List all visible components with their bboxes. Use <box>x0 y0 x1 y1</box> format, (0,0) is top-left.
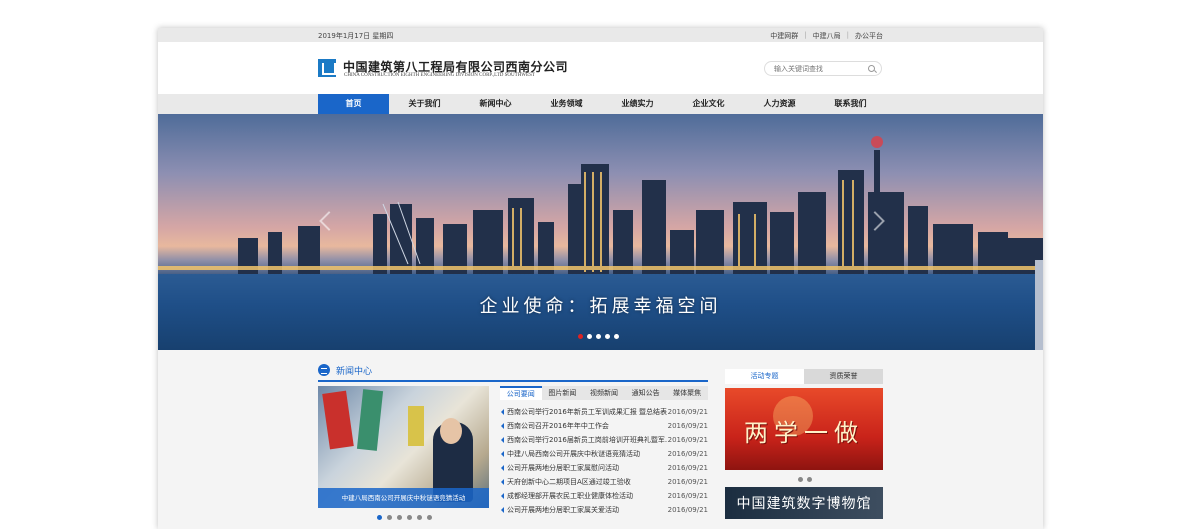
nav-item-culture[interactable]: 企业文化 <box>673 94 744 114</box>
banner-dot[interactable] <box>596 334 601 339</box>
banner-dot[interactable] <box>578 334 583 339</box>
news-item-date: 2016/09/21 <box>667 422 708 430</box>
nav-item-business[interactable]: 业务领域 <box>531 94 602 114</box>
photo-dot[interactable] <box>387 515 392 520</box>
banner-dot[interactable] <box>614 334 619 339</box>
photo-pagination <box>377 515 432 520</box>
search-box <box>764 61 882 76</box>
tab-video-news[interactable]: 视频新闻 <box>583 386 625 400</box>
list-item[interactable]: 西南公司举行2016届新员工岗前培训开班典礼暨军... 2016/09/21 <box>500 433 708 447</box>
list-item[interactable]: 成都经理部开展农民工职业健康体检活动 2016/09/21 <box>500 489 708 503</box>
main-nav: 首页 关于我们 新闻中心 业务领域 业绩实力 企业文化 人力资源 联系我们 <box>158 94 1043 114</box>
photo-banner-red <box>322 390 354 450</box>
news-item-date: 2016/09/21 <box>667 436 708 444</box>
activity-banner[interactable]: 两学一做 <box>725 388 883 470</box>
news-item-date: 2016/09/21 <box>667 492 708 500</box>
nav-item-home[interactable]: 首页 <box>318 94 389 114</box>
top-link-office[interactable]: 办公平台 <box>855 31 883 41</box>
list-item[interactable]: 西南公司召开2016年年中工作会 2016/09/21 <box>500 419 708 433</box>
news-list: 西南公司举行2016年新员工军训成果汇报 暨总结表... 2016/09/21 西… <box>500 405 708 517</box>
hero-banner[interactable]: 企业使命：拓展幸福空间 <box>158 114 1043 350</box>
current-date: 2019年1月17日 星期四 <box>318 32 394 40</box>
news-item-title[interactable]: 天府创新中心二期项目A区通过竣工验收 <box>507 475 667 489</box>
tab-notices[interactable]: 通知公告 <box>625 386 667 400</box>
tab-media-focus[interactable]: 媒体聚焦 <box>666 386 708 400</box>
tab-photo-news[interactable]: 图片新闻 <box>542 386 584 400</box>
tab-activities[interactable]: 活动专题 <box>725 369 804 384</box>
company-name-en: CHINA CONSTRUCTION EIGHTH ENGINEERING DI… <box>344 73 535 78</box>
nav-item-achievements[interactable]: 业绩实力 <box>602 94 673 114</box>
news-item-date: 2016/09/21 <box>667 450 708 458</box>
news-item-title[interactable]: 公司开展两地分居职工家属慰问活动 <box>507 461 667 475</box>
banner-dot[interactable] <box>587 334 592 339</box>
photo-person-face <box>440 418 462 444</box>
news-item-title[interactable]: 公司开展两地分居职工家属关爱活动 <box>507 503 667 517</box>
photo-dot[interactable] <box>397 515 402 520</box>
news-item-title[interactable]: 中建八局西南公司开展庆中秋谜语竞猜活动 <box>507 447 667 461</box>
side-tabs: 活动专题 资质荣誉 <box>725 369 883 384</box>
news-item-date: 2016/09/21 <box>667 464 708 472</box>
top-link-bureau[interactable]: 中建八局 <box>813 31 841 41</box>
activity-banner-text: 两学一做 <box>744 419 864 447</box>
news-item-date: 2016/09/21 <box>667 478 708 486</box>
news-item-title[interactable]: 西南公司举行2016年新员工军训成果汇报 暨总结表... <box>507 405 667 419</box>
news-item-title[interactable]: 西南公司举行2016届新员工岗前培训开班典礼暨军... <box>507 433 667 447</box>
nav-item-news[interactable]: 新闻中心 <box>460 94 531 114</box>
news-tabs: 公司要闻 图片新闻 视频新闻 通知公告 媒体聚焦 <box>500 386 708 400</box>
list-item[interactable]: 公司开展两地分居职工家属关爱活动 2016/09/21 <box>500 503 708 517</box>
tab-company-news[interactable]: 公司要闻 <box>500 386 542 400</box>
page-frame: 2019年1月17日 星期四 中建网群 | 中建八局 | 办公平台 中国建筑第八… <box>158 28 1043 529</box>
photo-dot[interactable] <box>407 515 412 520</box>
activity-dot[interactable] <box>798 477 803 482</box>
photo-banner-yellow <box>408 406 424 446</box>
activity-dot[interactable] <box>807 477 812 482</box>
top-link-group[interactable]: 中建网群 <box>770 31 798 41</box>
activity-pagination <box>798 477 812 482</box>
nav-item-about[interactable]: 关于我们 <box>389 94 460 114</box>
museum-banner[interactable]: 中国建筑数字博物馆 <box>725 487 883 519</box>
news-icon <box>318 364 330 376</box>
site-header: 中国建筑第八工程局有限公司西南分公司 CHINA CONSTRUCTION EI… <box>158 42 1043 94</box>
news-item-date: 2016/09/21 <box>667 506 708 514</box>
list-item[interactable]: 公司开展两地分居职工家属慰问活动 2016/09/21 <box>500 461 708 475</box>
news-item-title[interactable]: 成都经理部开展农民工职业健康体检活动 <box>507 489 667 503</box>
news-section-title[interactable]: 新闻中心 <box>336 364 372 377</box>
banner-dot[interactable] <box>605 334 610 339</box>
photo-dot[interactable] <box>427 515 432 520</box>
list-item[interactable]: 天府创新中心二期项目A区通过竣工验收 2016/09/21 <box>500 475 708 489</box>
photo-dot[interactable] <box>417 515 422 520</box>
news-item-date: 2016/09/21 <box>667 408 708 416</box>
news-photo[interactable]: 中建八局西南公司开展庆中秋谜语竞猜活动 <box>318 386 489 508</box>
list-item[interactable]: 中建八局西南公司开展庆中秋谜语竞猜活动 2016/09/21 <box>500 447 708 461</box>
top-link-separator: | <box>804 31 807 39</box>
top-bar: 2019年1月17日 星期四 中建网群 | 中建八局 | 办公平台 <box>158 28 1043 42</box>
news-section-header: 新闻中心 <box>318 362 708 382</box>
list-item[interactable]: 西南公司举行2016年新员工军训成果汇报 暨总结表... 2016/09/21 <box>500 405 708 419</box>
search-input[interactable] <box>774 64 864 74</box>
top-link-separator: | <box>846 31 849 39</box>
photo-banner-green <box>356 389 384 451</box>
tab-honors[interactable]: 资质荣誉 <box>804 369 883 384</box>
news-item-title[interactable]: 西南公司召开2016年年中工作会 <box>507 419 667 433</box>
photo-dot[interactable] <box>377 515 382 520</box>
banner-pagination <box>578 334 619 339</box>
news-photo-caption[interactable]: 中建八局西南公司开展庆中秋谜语竞猜活动 <box>318 488 489 508</box>
nav-item-hr[interactable]: 人力资源 <box>744 94 815 114</box>
museum-banner-text: 中国建筑数字博物馆 <box>736 496 872 512</box>
search-icon[interactable] <box>868 65 875 72</box>
nav-item-contact[interactable]: 联系我们 <box>815 94 886 114</box>
top-links: 中建网群 | 中建八局 | 办公平台 <box>770 31 883 41</box>
banner-slogan: 企业使命：拓展幸福空间 <box>479 296 722 317</box>
company-logo-icon[interactable] <box>318 59 336 77</box>
